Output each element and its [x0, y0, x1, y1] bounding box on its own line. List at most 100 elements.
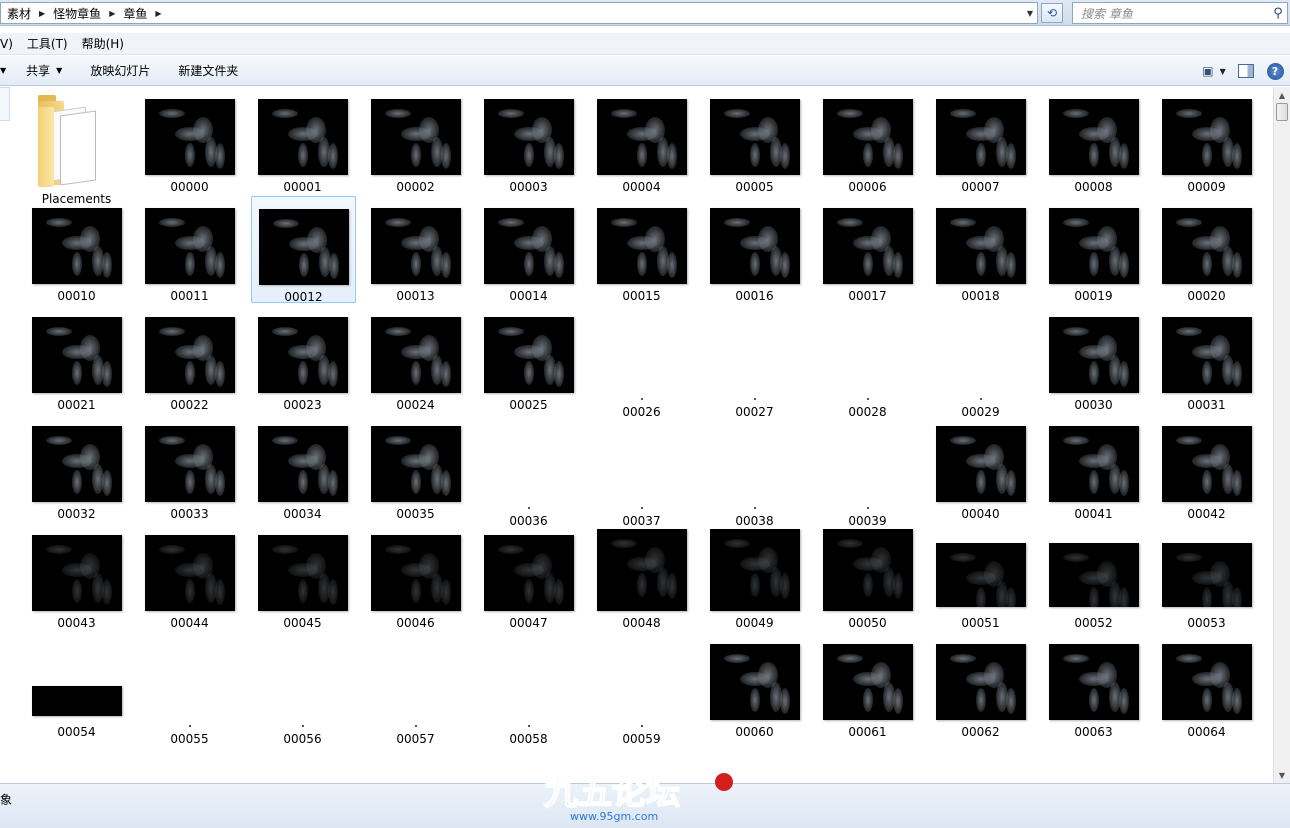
- file-item[interactable]: 00002: [364, 87, 469, 194]
- file-item[interactable]: 00064: [1155, 632, 1260, 739]
- refresh-button[interactable]: ⟲: [1041, 3, 1063, 23]
- file-item[interactable]: 00047: [477, 523, 582, 630]
- file-item[interactable]: 00048: [590, 523, 695, 630]
- file-item[interactable]: 00011: [138, 196, 243, 303]
- chevron-right-icon[interactable]: ▶: [35, 9, 49, 18]
- help-button[interactable]: ?: [1260, 60, 1290, 82]
- file-item[interactable]: 00022: [138, 305, 243, 412]
- file-item[interactable]: 00057: [364, 632, 469, 746]
- file-item[interactable]: 00007: [929, 87, 1034, 194]
- empty-thumbnail: [867, 398, 869, 400]
- file-item[interactable]: 00019: [1042, 196, 1147, 303]
- file-item[interactable]: 00055: [138, 632, 243, 746]
- file-item[interactable]: 00026: [590, 305, 695, 419]
- file-item[interactable]: 00036: [477, 414, 582, 528]
- chevron-down-icon[interactable]: ▼: [1023, 3, 1037, 23]
- vertical-scrollbar[interactable]: ▲ ▼: [1273, 87, 1290, 783]
- file-item[interactable]: 00050: [816, 523, 921, 630]
- file-name: 00054: [57, 725, 96, 739]
- file-item[interactable]: 00042: [1155, 414, 1260, 521]
- menu-bar: V) 工具(T) 帮助(H): [0, 33, 1290, 55]
- file-item[interactable]: 00010: [25, 196, 130, 303]
- file-item[interactable]: 00044: [138, 523, 243, 630]
- file-item[interactable]: 00008: [1042, 87, 1147, 194]
- file-item[interactable]: 00030: [1042, 305, 1147, 412]
- file-item[interactable]: 00023: [251, 305, 356, 412]
- file-item[interactable]: 00027: [703, 305, 808, 419]
- preview-pane-button[interactable]: [1232, 60, 1260, 82]
- scroll-up-icon[interactable]: ▲: [1274, 87, 1290, 103]
- file-item[interactable]: 00056: [251, 632, 356, 746]
- file-item[interactable]: 00003: [477, 87, 582, 194]
- file-item[interactable]: 00021: [25, 305, 130, 412]
- file-item[interactable]: 00043: [25, 523, 130, 630]
- file-item[interactable]: 00015: [590, 196, 695, 303]
- search-input[interactable]: 搜索 章鱼 ⚲: [1072, 2, 1288, 24]
- file-item[interactable]: 00041: [1042, 414, 1147, 521]
- file-item[interactable]: 00046: [364, 523, 469, 630]
- file-item[interactable]: 00054: [25, 632, 130, 739]
- search-icon[interactable]: ⚲: [1269, 6, 1287, 21]
- file-item[interactable]: 00024: [364, 305, 469, 412]
- file-item[interactable]: 00018: [929, 196, 1034, 303]
- file-item[interactable]: 00006: [816, 87, 921, 194]
- file-item[interactable]: 00037: [590, 414, 695, 528]
- file-item[interactable]: 00040: [929, 414, 1034, 521]
- file-item[interactable]: 00029: [929, 305, 1034, 419]
- file-item[interactable]: 00061: [816, 632, 921, 739]
- scroll-down-icon[interactable]: ▼: [1274, 767, 1290, 783]
- file-item[interactable]: 00060: [703, 632, 808, 739]
- menu-tools[interactable]: 工具(T): [20, 35, 75, 52]
- file-item[interactable]: 00017: [816, 196, 921, 303]
- breadcrumb[interactable]: 素材 ▶ 怪物章鱼 ▶ 章鱼 ▶ ▼: [0, 2, 1038, 24]
- file-item[interactable]: 00045: [251, 523, 356, 630]
- file-item[interactable]: 00038: [703, 414, 808, 528]
- file-item[interactable]: 00033: [138, 414, 243, 521]
- file-item[interactable]: 00052: [1042, 523, 1147, 630]
- file-item[interactable]: 00028: [816, 305, 921, 419]
- file-item[interactable]: 00031: [1155, 305, 1260, 412]
- empty-thumbnail: [980, 398, 982, 400]
- file-item[interactable]: 00014: [477, 196, 582, 303]
- breadcrumb-item[interactable]: 怪物章鱼: [49, 5, 105, 22]
- breadcrumb-item[interactable]: 章鱼: [119, 5, 151, 22]
- change-view-button[interactable]: ▣ ▼: [1196, 60, 1232, 82]
- menu-help[interactable]: 帮助(H): [75, 35, 131, 52]
- file-item[interactable]: 00012: [251, 196, 356, 304]
- file-item[interactable]: 00032: [25, 414, 130, 521]
- file-item[interactable]: 00035: [364, 414, 469, 521]
- file-item[interactable]: 00001: [251, 87, 356, 194]
- new-folder-button[interactable]: 新建文件夹: [164, 62, 252, 79]
- file-name: 00007: [961, 180, 1000, 194]
- file-item[interactable]: 00063: [1042, 632, 1147, 739]
- file-item[interactable]: 00013: [364, 196, 469, 303]
- breadcrumb-item[interactable]: 素材: [3, 5, 35, 22]
- file-item[interactable]: 00059: [590, 632, 695, 746]
- file-item[interactable]: 00025: [477, 305, 582, 412]
- share-button[interactable]: 共享 ▼: [12, 62, 76, 79]
- chevron-down-icon[interactable]: ▼: [0, 66, 12, 75]
- file-item[interactable]: 00009: [1155, 87, 1260, 194]
- file-item[interactable]: 00049: [703, 523, 808, 630]
- file-item[interactable]: 00039: [816, 414, 921, 528]
- file-item[interactable]: 00062: [929, 632, 1034, 739]
- navigation-pane-edge[interactable]: [0, 87, 10, 121]
- image-thumbnail: [144, 426, 235, 502]
- file-item[interactable]: 00051: [929, 523, 1034, 630]
- file-list[interactable]: Placements 00000 00001 00002 00003 00004 0000…: [0, 87, 1290, 783]
- chevron-right-icon[interactable]: ▶: [151, 9, 165, 18]
- file-item[interactable]: 00034: [251, 414, 356, 521]
- file-item[interactable]: 00053: [1155, 523, 1260, 630]
- menu-view[interactable]: V): [0, 37, 20, 51]
- file-item[interactable]: 00000: [138, 87, 243, 194]
- file-item[interactable]: 00005: [703, 87, 808, 194]
- file-item[interactable]: 00016: [703, 196, 808, 303]
- file-item[interactable]: 00004: [590, 87, 695, 194]
- slideshow-button[interactable]: 放映幻灯片: [76, 62, 164, 79]
- file-item[interactable]: 00058: [477, 632, 582, 746]
- chevron-right-icon[interactable]: ▶: [105, 9, 119, 18]
- folder-item[interactable]: Placements: [25, 87, 130, 206]
- scrollbar-thumb[interactable]: [1276, 103, 1288, 121]
- file-item[interactable]: 00020: [1155, 196, 1260, 303]
- file-name: 00043: [57, 616, 96, 630]
